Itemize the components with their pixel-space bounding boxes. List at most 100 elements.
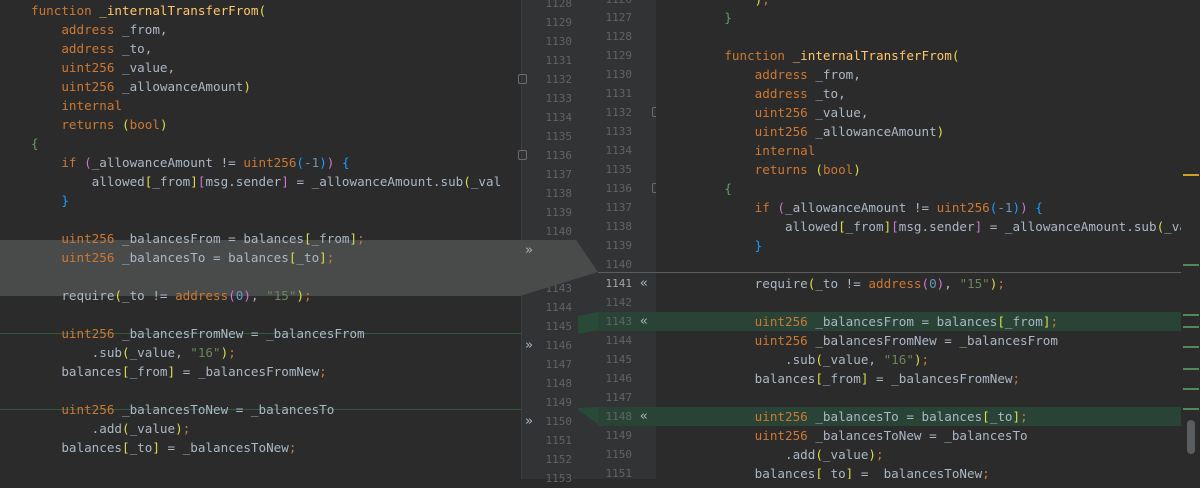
code-line[interactable]: .add(_value); <box>31 419 191 438</box>
line-number: 1131 <box>605 87 633 100</box>
code-line[interactable]: balances[_from] = _balancesFromNew; <box>31 362 327 381</box>
code-line[interactable]: balances[_from] = _balancesFromNew; <box>694 369 1020 388</box>
code-line[interactable]: address _from, <box>694 65 861 84</box>
line-number: 1141 <box>605 277 633 290</box>
code-line[interactable]: uint256 _value, <box>694 103 869 122</box>
code-token: ] <box>190 174 198 189</box>
change-marker[interactable] <box>1183 346 1199 348</box>
code-token: ; <box>357 231 365 246</box>
scrollbar-thumb[interactable] <box>1187 420 1195 454</box>
code-token: = _allowanceAmount.sub <box>982 219 1157 234</box>
right-editor-pane[interactable]: ); } function _internalTransferFrom( add… <box>656 0 1181 479</box>
code-line[interactable]: if (_allowanceAmount != uint256(-1)) { <box>694 198 1043 217</box>
code-line[interactable]: .sub(_value, "16"); <box>694 350 929 369</box>
code-line[interactable]: uint256 _balancesTo = balances[_to]; <box>694 407 1028 426</box>
code-line[interactable]: returns (bool) <box>31 115 167 134</box>
code-line[interactable]: uint256 _balancesFrom = balances[_from]; <box>31 229 365 248</box>
code-line[interactable]: .sub(_value, "16"); <box>31 343 236 362</box>
code-token: address <box>61 22 123 37</box>
code-line[interactable]: } <box>31 191 69 210</box>
code-token: ) <box>243 288 251 303</box>
code-line[interactable]: uint256 _balancesFromNew = _balancesFrom <box>31 324 364 343</box>
apply-change-left-icon[interactable]: « <box>640 312 648 331</box>
code-line[interactable]: require(_to != address(0), "15"); <box>31 286 312 305</box>
code-token: ; <box>1050 314 1059 329</box>
code-line[interactable]: if (_allowanceAmount != uint256(-1)) { <box>31 153 350 172</box>
code-token: _allowanceAmount != <box>91 155 244 170</box>
left-editor-pane[interactable]: function _internalTransferFrom( address … <box>0 0 521 479</box>
code-line[interactable]: allowed[_from][msg.sender] = _allowanceA… <box>31 172 502 191</box>
change-marker[interactable] <box>1183 264 1199 266</box>
change-marker[interactable] <box>1183 388 1199 390</box>
change-marker[interactable] <box>1183 326 1199 328</box>
change-marker[interactable] <box>1183 174 1199 176</box>
code-token: ) <box>1020 200 1028 215</box>
code-line[interactable]: .add(_value); <box>694 445 884 464</box>
code-token: ; <box>288 440 297 455</box>
code-token: uint256 <box>754 314 816 329</box>
apply-change-left-icon[interactable]: « <box>640 274 648 293</box>
code-token: address <box>868 276 922 291</box>
code-line[interactable]: require(_to != address(0), "15"); <box>694 274 1005 293</box>
apply-change-right-icon[interactable]: » <box>525 336 533 355</box>
change-marker[interactable] <box>1183 314 1199 316</box>
code-line[interactable]: balances[_to] = _balancesToNew; <box>31 438 296 457</box>
code-token: { <box>341 155 350 170</box>
code-line[interactable]: uint256 _balancesToNew = _balancesTo <box>31 400 334 419</box>
line-number: 1144 <box>605 334 633 347</box>
code-line[interactable]: address _from, <box>31 20 167 39</box>
code-token: uint256 <box>61 79 123 94</box>
code-token: ( <box>258 3 267 18</box>
line-number: 1139 <box>605 239 633 252</box>
code-line[interactable]: uint256 _balancesTo = balances[_to]; <box>31 248 334 267</box>
code-line[interactable]: allowed[_from][msg.sender] = _allowanceA… <box>694 217 1181 236</box>
code-line[interactable]: uint256 _balancesToNew = _balancesTo <box>694 426 1028 445</box>
code-line[interactable]: uint256 _allowanceAmount) <box>694 122 945 141</box>
code-token: ( <box>777 200 786 215</box>
line-number: 1150 <box>605 448 633 461</box>
code-line[interactable]: address _to, <box>31 39 152 58</box>
code-token: _to <box>296 250 320 265</box>
code-line[interactable]: } <box>694 236 763 255</box>
code-token: = _balancesToNew <box>853 466 983 479</box>
apply-change-right-icon[interactable]: » <box>525 241 533 260</box>
code-line[interactable]: balances[_to] = _balancesToNew; <box>694 464 990 479</box>
code-line[interactable]: function _internalTransferFrom( <box>31 1 266 20</box>
code-token: ; <box>319 364 327 379</box>
code-token: uint256 <box>61 402 123 417</box>
code-line[interactable]: address _to, <box>694 84 846 103</box>
code-line[interactable]: uint256 _balancesFrom = balances[_from]; <box>694 312 1058 331</box>
code-token: uint256 <box>754 105 816 120</box>
line-number: 1134 <box>605 144 633 157</box>
code-line[interactable]: uint256 _value, <box>31 58 175 77</box>
code-line[interactable]: } <box>694 8 732 27</box>
code-token: [ <box>997 314 1005 329</box>
vertical-scrollbar[interactable] <box>1181 0 1200 479</box>
code-token: uint256 <box>754 409 816 424</box>
code-line[interactable]: function _internalTransferFrom( <box>694 46 959 65</box>
apply-change-right-icon[interactable]: » <box>525 412 533 431</box>
line-number: 1149 <box>605 429 633 442</box>
change-marker[interactable] <box>1183 368 1199 370</box>
code-line[interactable]: internal <box>694 141 816 160</box>
code-token: allowed <box>31 174 145 189</box>
code-token: require <box>694 276 808 291</box>
code-line[interactable]: internal <box>31 96 122 115</box>
code-token: "16" <box>883 352 914 367</box>
change-marker[interactable] <box>1183 408 1199 410</box>
code-line[interactable]: returns (bool) <box>694 160 861 179</box>
apply-change-left-icon[interactable]: « <box>640 407 648 426</box>
code-token: _to != <box>122 288 176 303</box>
code-line[interactable]: uint256 _allowanceAmount) <box>31 77 251 96</box>
code-token: ; <box>304 288 312 303</box>
code-line[interactable]: { <box>694 179 732 198</box>
code-line[interactable]: { <box>31 134 39 153</box>
code-line[interactable]: uint256 _balancesFromNew = _balancesFrom <box>694 331 1058 350</box>
